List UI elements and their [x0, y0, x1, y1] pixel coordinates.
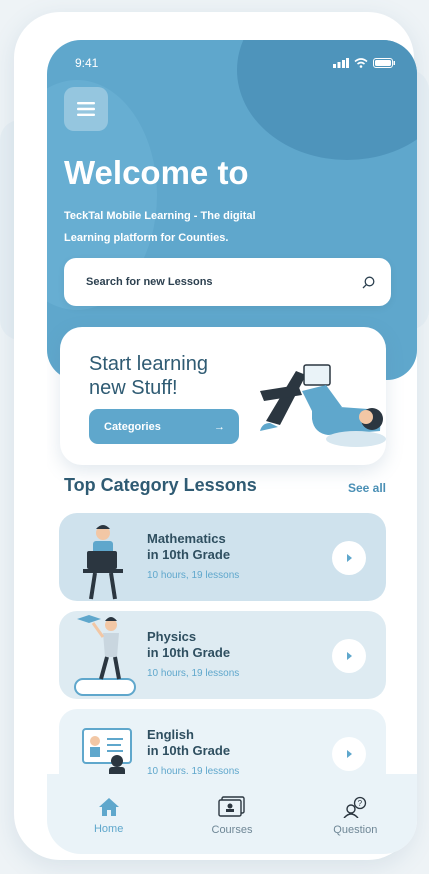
- search-bar[interactable]: Search for new Lessons: [64, 258, 391, 306]
- status-bar: 9:41: [75, 54, 395, 72]
- reading-person-illustration: [260, 364, 386, 447]
- see-all-link[interactable]: See all: [348, 481, 386, 495]
- lesson-title: Mathematics in 10th Grade: [147, 531, 230, 563]
- svg-text:?: ?: [358, 799, 363, 808]
- page-title: Welcome to: [64, 154, 249, 191]
- lesson-title-line: English: [147, 727, 194, 742]
- lesson-meta: 10 hours, 19 lessons: [147, 668, 240, 679]
- categories-button[interactable]: Categories →: [89, 409, 239, 444]
- phone-frame: 9:41 Welcome to TeckTal Mobile Learning …: [14, 12, 417, 860]
- arrow-right-icon: →: [214, 420, 225, 433]
- wifi-icon: [354, 58, 368, 68]
- app-screen: 9:41 Welcome to TeckTal Mobile Learning …: [47, 40, 417, 854]
- tab-label: Courses: [211, 824, 253, 836]
- lesson-meta: 10 hours, 19 lessons: [147, 570, 240, 581]
- search-icon[interactable]: [362, 276, 375, 289]
- tab-courses[interactable]: Courses: [187, 796, 277, 836]
- courses-icon: [218, 796, 245, 817]
- play-button[interactable]: [332, 639, 366, 673]
- lesson-title-line: in 10th Grade: [147, 547, 231, 562]
- lesson-title: English in 10th Grade: [147, 727, 230, 759]
- page-subtitle: TeckTal Mobile Learning - The digital Le…: [64, 210, 256, 244]
- section-title: Top Category Lessons: [64, 475, 257, 495]
- tab-question[interactable]: ? Question: [310, 796, 400, 836]
- lesson-title-line: Physics: [147, 629, 197, 644]
- play-button[interactable]: [332, 737, 366, 771]
- tab-home[interactable]: Home: [64, 797, 154, 835]
- question-icon: ?: [343, 796, 367, 818]
- graduate-on-book-illustration: [74, 615, 136, 696]
- search-input[interactable]: Search for new Lessons: [86, 276, 362, 288]
- play-button[interactable]: [332, 541, 366, 575]
- home-icon: [98, 798, 119, 816]
- signal-icon: [333, 58, 349, 68]
- status-icons: [333, 58, 395, 68]
- promo-title: Start learning new Stuff!: [89, 352, 208, 400]
- promo-title-line: Start learning: [89, 353, 208, 375]
- battery-icon: [373, 58, 395, 68]
- play-icon: [347, 652, 352, 660]
- lesson-title-line: Mathematics: [147, 531, 226, 546]
- hamburger-icon: [77, 102, 95, 116]
- categories-button-label: Categories: [104, 420, 161, 433]
- lesson-title-line: in 10th Grade: [147, 645, 231, 660]
- lesson-title: Physics in 10th Grade: [147, 629, 230, 661]
- tab-label: Home: [93, 823, 124, 835]
- tab-label: Question: [333, 824, 378, 836]
- student-laptop-illustration: [83, 525, 123, 600]
- play-icon: [347, 750, 352, 758]
- bottom-tab-bar: Home Courses ? Question: [47, 774, 417, 854]
- menu-button[interactable]: [64, 87, 108, 131]
- lesson-card-mathematics[interactable]: Mathematics in 10th Grade 10 hours, 19 l…: [59, 513, 386, 601]
- promo-title-line: new Stuff!: [89, 377, 178, 399]
- promo-card: Start learning new Stuff! Categories →: [60, 327, 386, 465]
- lesson-title-line: in 10th Grade: [147, 743, 231, 758]
- play-icon: [347, 554, 352, 562]
- lesson-card-physics[interactable]: Physics in 10th Grade 10 hours, 19 lesso…: [59, 611, 386, 699]
- status-time: 9:41: [75, 56, 99, 70]
